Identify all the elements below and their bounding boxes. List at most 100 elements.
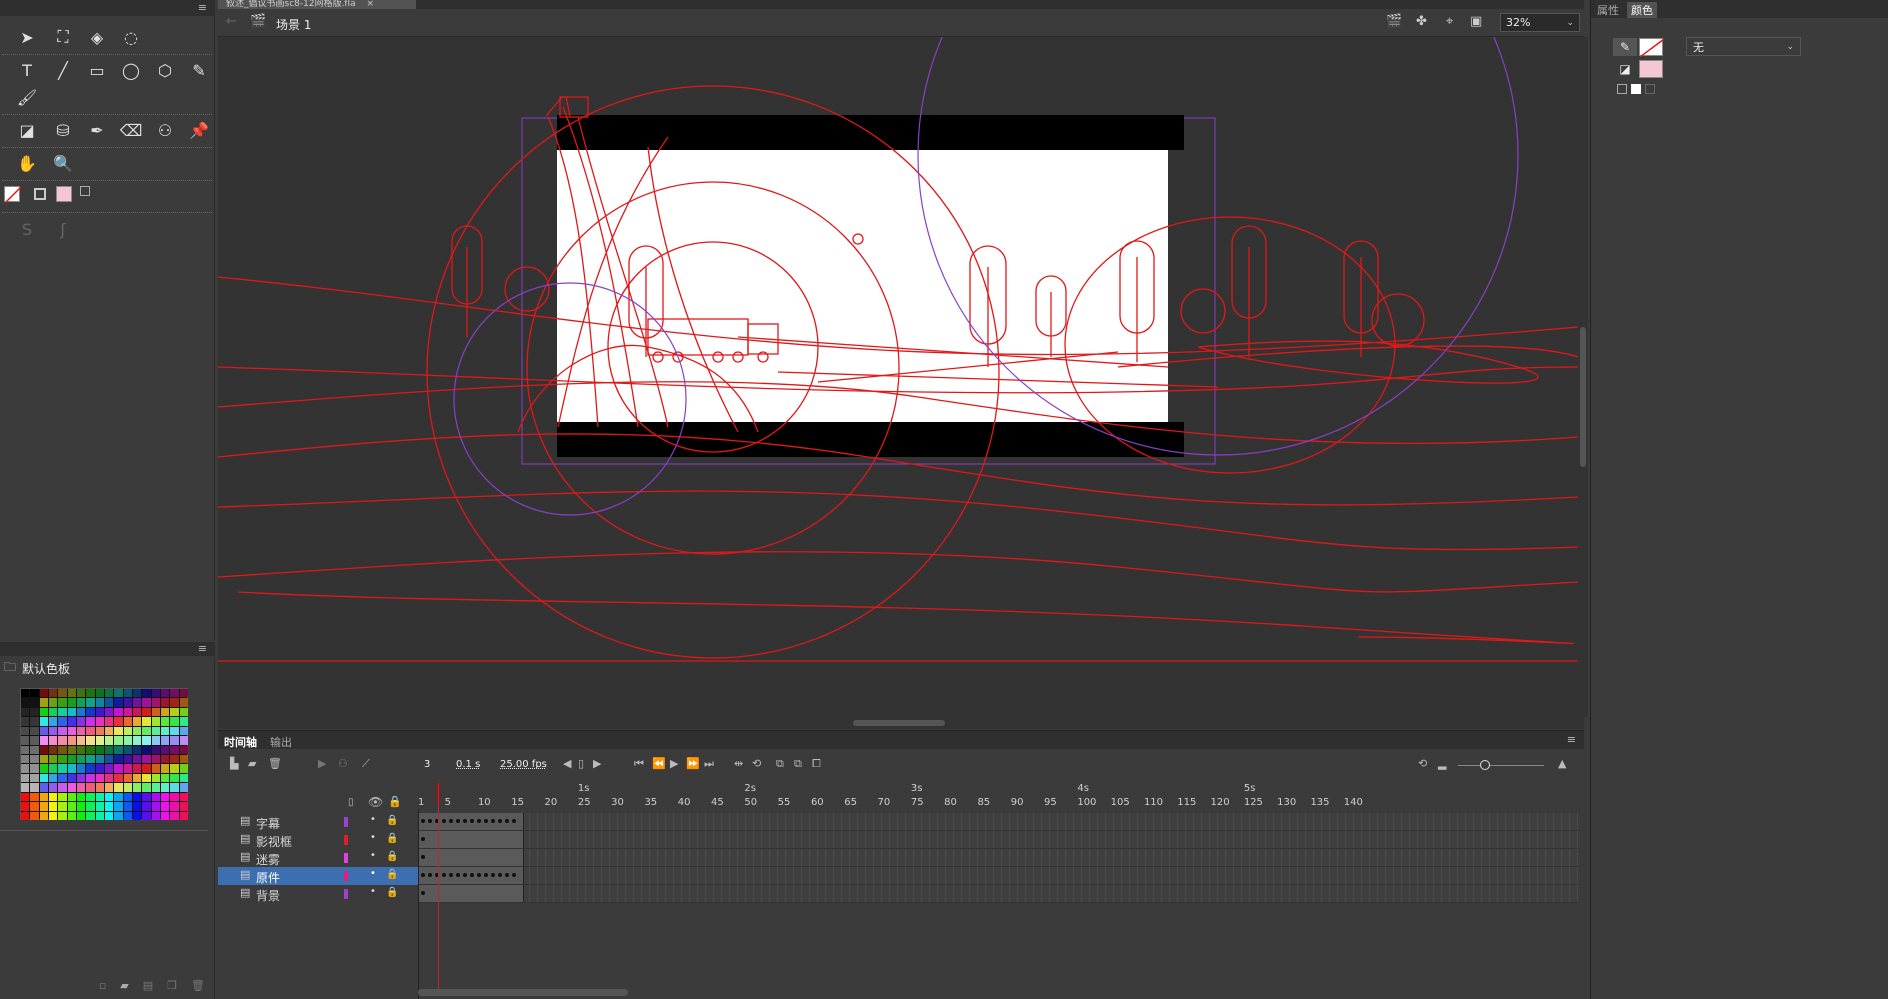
color-swatch-cell[interactable] bbox=[21, 707, 30, 717]
paint-bucket-tool-icon[interactable]: ◪ bbox=[14, 117, 40, 143]
color-swatch-cell[interactable] bbox=[133, 773, 142, 783]
color-swatch-cell[interactable] bbox=[170, 792, 179, 802]
color-swatch-cell[interactable] bbox=[67, 783, 76, 792]
color-swatch-cell[interactable] bbox=[49, 736, 58, 745]
color-swatch-cell[interactable] bbox=[77, 811, 86, 820]
folder-icon[interactable]: ▰ bbox=[120, 979, 128, 993]
fps-value[interactable]: 25.00 fps bbox=[500, 759, 547, 770]
color-swatch-cell[interactable] bbox=[105, 698, 114, 707]
frame-span[interactable] bbox=[418, 849, 524, 866]
color-swatch-cell[interactable] bbox=[114, 773, 123, 783]
frame-row[interactable] bbox=[418, 885, 1578, 903]
swatch-grid[interactable] bbox=[20, 688, 188, 820]
smooth-icon[interactable]: ʃ bbox=[50, 216, 76, 242]
color-swatch-cell[interactable] bbox=[21, 783, 30, 792]
color-swatch-cell[interactable] bbox=[151, 764, 160, 773]
color-swatch-cell[interactable] bbox=[30, 764, 39, 773]
panel-menu-icon[interactable]: ≡ bbox=[198, 642, 207, 655]
color-swatch-cell[interactable] bbox=[133, 726, 142, 736]
color-swatch-cell[interactable] bbox=[170, 755, 179, 764]
color-swatch-cell[interactable] bbox=[39, 707, 48, 717]
color-swatch-cell[interactable] bbox=[114, 764, 123, 773]
color-swatch-cell[interactable] bbox=[39, 726, 48, 736]
color-swatch-cell[interactable] bbox=[49, 811, 58, 820]
color-swatch-cell[interactable] bbox=[114, 802, 123, 811]
color-swatch-cell[interactable] bbox=[133, 698, 142, 707]
layer-row[interactable]: ▤ 背景 • 🔒 bbox=[218, 885, 418, 903]
color-swatch-cell[interactable] bbox=[179, 726, 188, 736]
color-swatch-cell[interactable] bbox=[21, 792, 30, 802]
color-swatch-cell[interactable] bbox=[151, 811, 160, 820]
keyframe-dot[interactable] bbox=[421, 873, 425, 877]
keyframe-dot[interactable] bbox=[428, 873, 432, 877]
color-swatch-cell[interactable] bbox=[67, 802, 76, 811]
color-swatch-cell[interactable] bbox=[179, 698, 188, 707]
current-frame[interactable]: 3 bbox=[424, 759, 430, 770]
tab-color[interactable]: 颜色 bbox=[1627, 2, 1657, 18]
color-swatch-cell[interactable] bbox=[170, 726, 179, 736]
color-swatch-cell[interactable] bbox=[58, 736, 67, 745]
color-type-select[interactable]: 无 ⌄ bbox=[1686, 37, 1801, 56]
color-swatch-cell[interactable] bbox=[49, 726, 58, 736]
keyframe-dot[interactable] bbox=[498, 819, 502, 823]
color-swatch-cell[interactable] bbox=[39, 773, 48, 783]
color-swatch-cell[interactable] bbox=[179, 707, 188, 717]
color-swatch-cell[interactable] bbox=[67, 792, 76, 802]
color-swatch-cell[interactable] bbox=[77, 707, 86, 717]
color-swatch-cell[interactable] bbox=[67, 698, 76, 707]
edit-multiple-icon[interactable]: ⧠ bbox=[812, 757, 821, 771]
horizontal-scrollbar[interactable] bbox=[218, 717, 1584, 729]
color-swatch-cell[interactable] bbox=[170, 698, 179, 707]
color-swatch-cell[interactable] bbox=[30, 792, 39, 802]
color-swatch-cell[interactable] bbox=[21, 802, 30, 811]
color-swatch-cell[interactable] bbox=[114, 755, 123, 764]
color-swatch-cell[interactable] bbox=[95, 736, 104, 745]
color-swatch-cell[interactable] bbox=[123, 792, 132, 802]
color-swatch-cell[interactable] bbox=[114, 736, 123, 745]
color-swatch-cell[interactable] bbox=[95, 811, 104, 820]
eye-icon[interactable]: 👁 bbox=[368, 795, 383, 809]
color-swatch-cell[interactable] bbox=[39, 745, 48, 754]
tab-timeline[interactable]: 时间轴 bbox=[224, 734, 257, 750]
swap-colors-icon[interactable] bbox=[80, 186, 90, 196]
library-icon[interactable]: ▤ bbox=[143, 979, 153, 993]
color-swatch-cell[interactable] bbox=[161, 745, 170, 754]
color-swatch-cell[interactable] bbox=[161, 736, 170, 745]
color-swatch-cell[interactable] bbox=[123, 698, 132, 707]
lock-icon[interactable]: 🔒 bbox=[386, 887, 398, 898]
color-swatch-cell[interactable] bbox=[67, 764, 76, 773]
color-swatch-cell[interactable] bbox=[170, 773, 179, 783]
delete-layer-icon[interactable]: 🗑 bbox=[268, 757, 282, 770]
color-swatch-cell[interactable] bbox=[77, 698, 86, 707]
color-swatch-cell[interactable] bbox=[133, 764, 142, 773]
color-swatch-cell[interactable] bbox=[161, 707, 170, 717]
color-swatch-cell[interactable] bbox=[86, 802, 95, 811]
color-swatch-cell[interactable] bbox=[105, 726, 114, 736]
color-swatch-cell[interactable] bbox=[170, 707, 179, 717]
color-swatch-cell[interactable] bbox=[151, 773, 160, 783]
color-swatch-cell[interactable] bbox=[161, 698, 170, 707]
stroke-pencil-icon[interactable]: ✎ bbox=[1613, 38, 1637, 56]
color-swatch-cell[interactable] bbox=[123, 783, 132, 792]
color-swatch-cell[interactable] bbox=[123, 802, 132, 811]
hand-tool-icon[interactable]: ✋ bbox=[14, 150, 40, 176]
color-swatch-cell[interactable] bbox=[142, 717, 151, 726]
color-swatch-cell[interactable] bbox=[67, 773, 76, 783]
color-swatch-cell[interactable] bbox=[170, 689, 179, 698]
color-swatch-cell[interactable] bbox=[179, 764, 188, 773]
color-swatch-cell[interactable] bbox=[179, 783, 188, 792]
color-swatch-cell[interactable] bbox=[161, 783, 170, 792]
zoom-select[interactable]: 32% ⌄ bbox=[1500, 13, 1580, 32]
last-frame-icon[interactable]: ⏭ bbox=[704, 757, 714, 771]
color-swatch-cell[interactable] bbox=[105, 736, 114, 745]
color-swatch-cell[interactable] bbox=[49, 802, 58, 811]
oval-tool-icon[interactable]: ◯ bbox=[118, 57, 144, 83]
stroke-color-swatch[interactable] bbox=[4, 186, 21, 203]
color-swatch-cell[interactable] bbox=[161, 792, 170, 802]
color-swatch-cell[interactable] bbox=[58, 726, 67, 736]
color-swatch-cell[interactable] bbox=[58, 745, 67, 754]
clip-content-icon[interactable]: ▣ bbox=[1470, 14, 1482, 29]
layer-row[interactable]: ▤ 迷雾 • 🔒 bbox=[218, 849, 418, 867]
color-swatch-cell[interactable] bbox=[133, 745, 142, 754]
color-swatch-cell[interactable] bbox=[30, 783, 39, 792]
